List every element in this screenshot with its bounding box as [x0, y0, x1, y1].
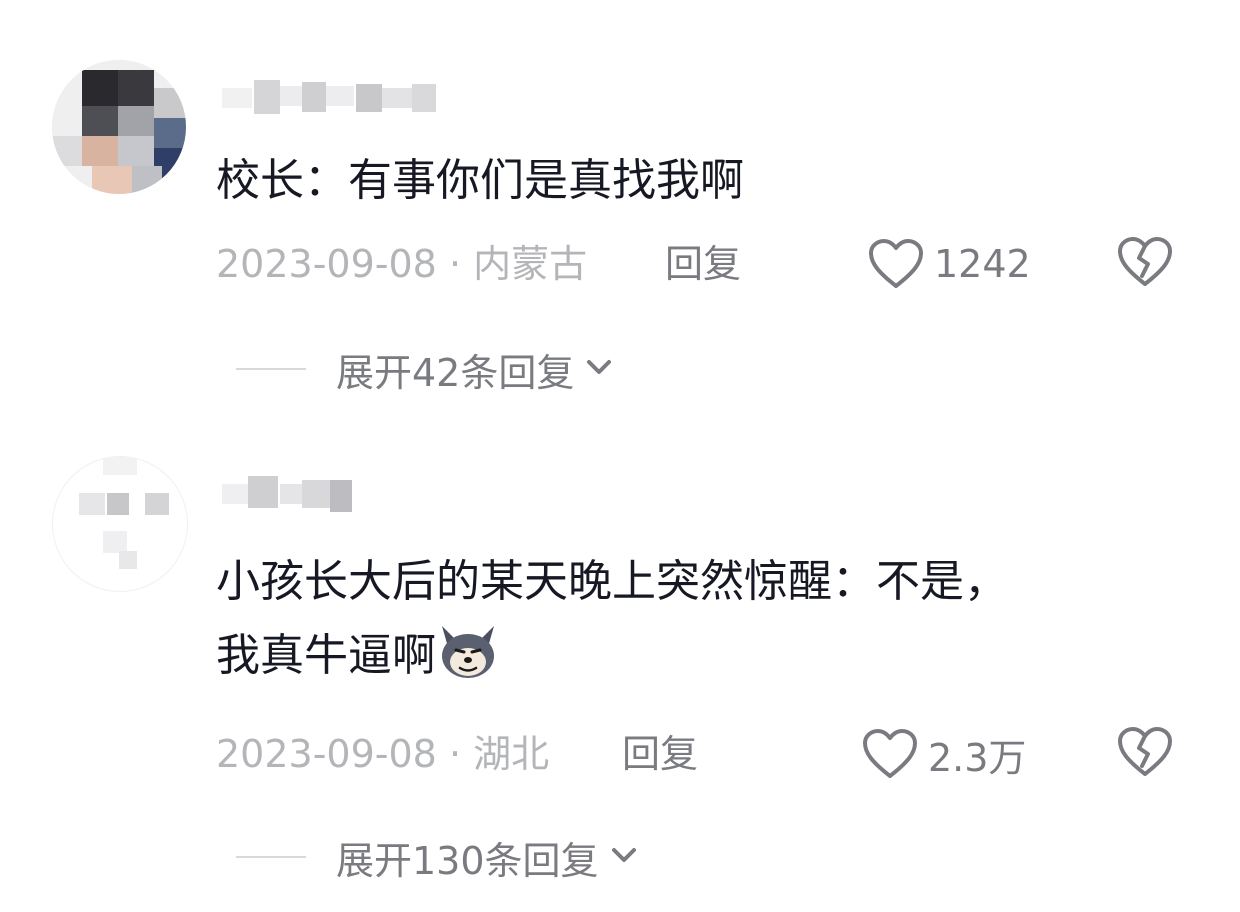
expand-replies-label: 展开130条回复 — [336, 838, 599, 883]
comment-location: 湖北 — [473, 732, 550, 776]
reply-button[interactable]: 回复 — [665, 238, 741, 290]
wolf-emoji-icon — [436, 618, 500, 682]
heart-outline-icon — [862, 728, 918, 780]
heart-outline-icon — [868, 238, 924, 290]
like-button[interactable]: 2.3万 — [862, 724, 1026, 784]
comment-date: 2023-09-08 — [216, 732, 437, 776]
comment-location: 内蒙古 — [473, 242, 588, 286]
comment-text: 校长：有事你们是真找我啊 — [216, 155, 744, 206]
divider-line — [236, 368, 306, 370]
meta-separator: · — [448, 732, 462, 776]
comment-meta: 2023-09-08 · 湖北 — [216, 728, 549, 780]
expand-replies-label: 展开42条回复 — [336, 350, 575, 395]
comment-meta: 2023-09-08 · 内蒙古 — [216, 238, 587, 290]
expand-replies-button[interactable]: 展开42条回复 — [236, 344, 616, 395]
broken-heart-icon — [1117, 236, 1173, 288]
dislike-button[interactable] — [1117, 236, 1173, 292]
reply-button[interactable]: 回复 — [622, 728, 698, 780]
dislike-button[interactable] — [1117, 726, 1173, 782]
comment-date: 2023-09-08 — [216, 242, 437, 286]
like-count: 1242 — [934, 242, 1031, 286]
chevron-down-icon — [599, 838, 641, 876]
comment-text-line2: 我真牛逼啊 — [216, 630, 436, 681]
avatar[interactable] — [52, 60, 186, 194]
like-count: 2.3万 — [928, 735, 1027, 780]
username[interactable] — [222, 80, 442, 116]
broken-heart-icon — [1117, 726, 1173, 778]
like-button[interactable]: 1242 — [868, 234, 1031, 294]
meta-separator: · — [448, 242, 462, 286]
chevron-down-icon — [574, 350, 616, 388]
comment-text-line: 小孩长大后的某天晚上突然惊醒：不是， — [216, 556, 1008, 607]
comment-list: 校长：有事你们是真找我啊 2023-09-08 · 内蒙古 回复 1242 展开… — [0, 0, 1240, 912]
comment-text: 小孩长大后的某天晚上突然惊醒：不是， 我真牛逼啊 — [216, 546, 1176, 692]
avatar[interactable] — [52, 456, 188, 592]
comment-text-line: 我真牛逼啊 — [216, 618, 1176, 692]
username[interactable] — [222, 476, 442, 512]
expand-replies-button[interactable]: 展开130条回复 — [236, 832, 641, 883]
divider-line — [236, 856, 306, 858]
